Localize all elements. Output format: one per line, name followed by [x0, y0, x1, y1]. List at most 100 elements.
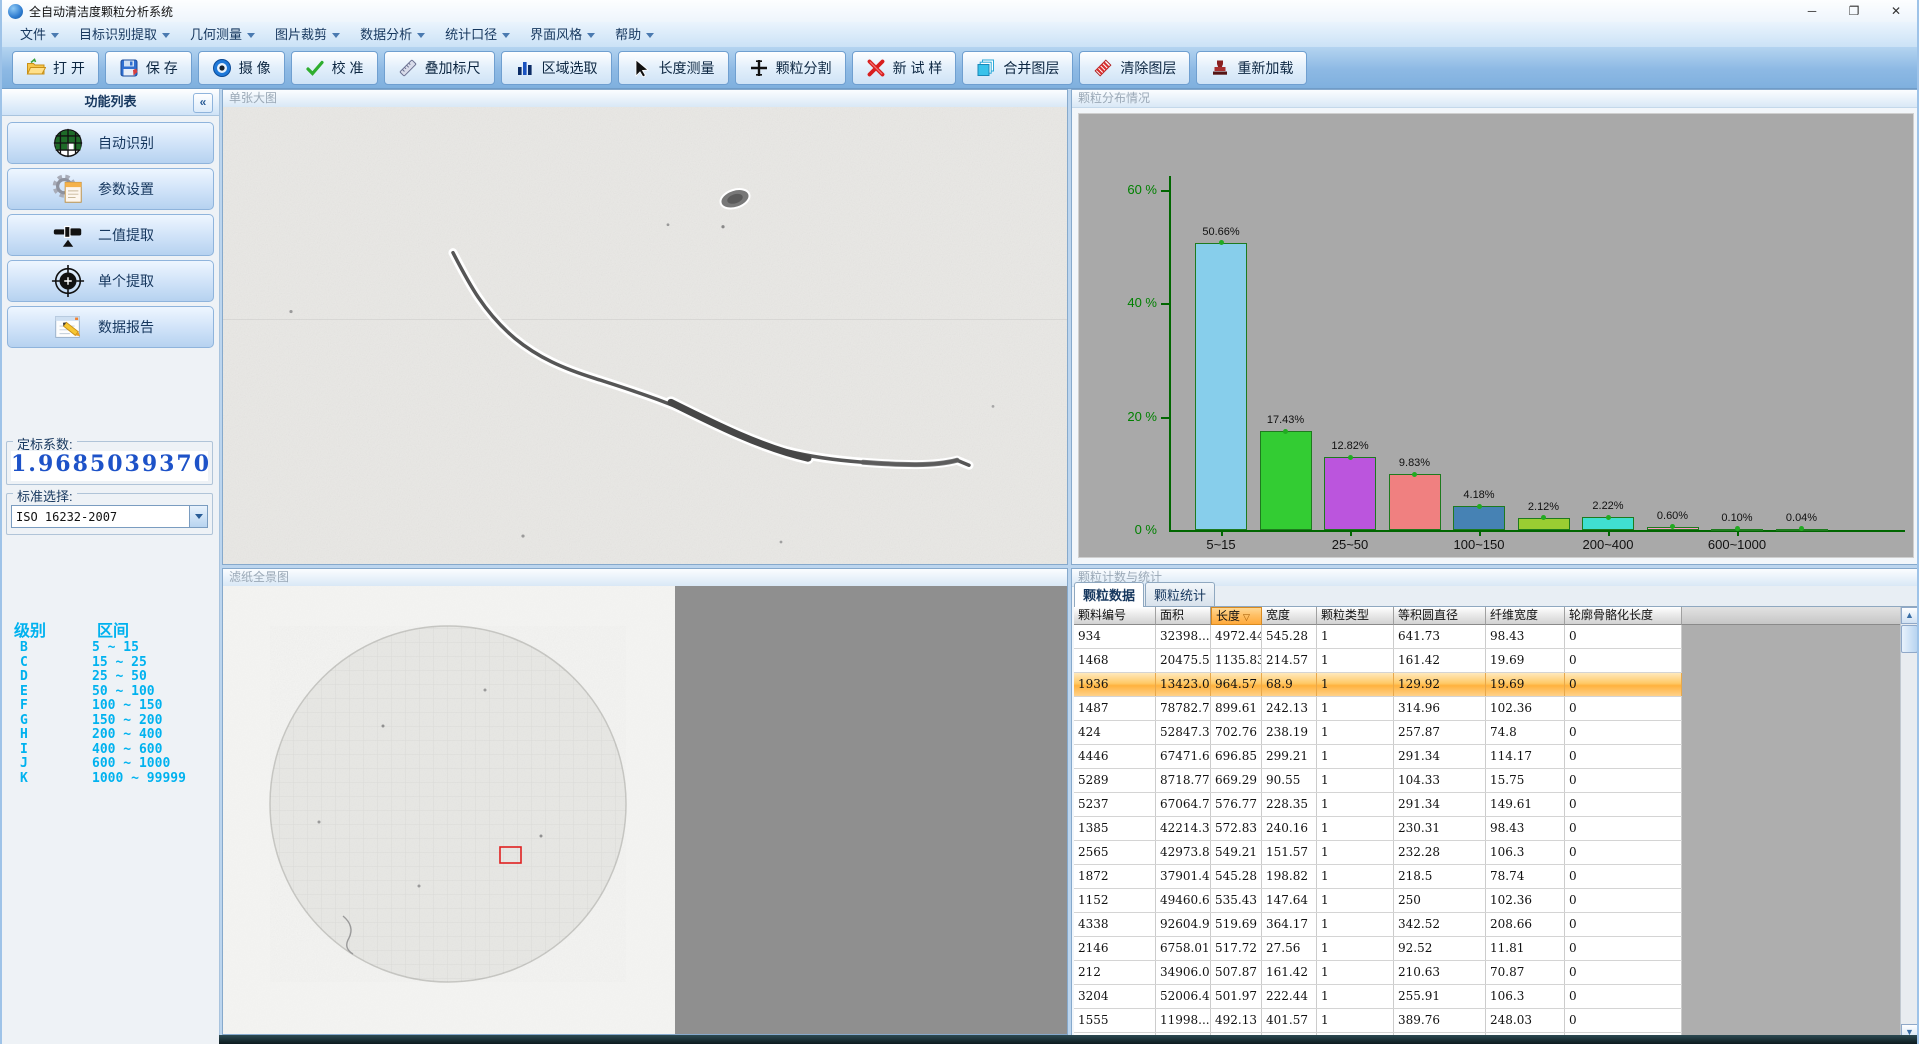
x-tick-label: 600~1000 [1692, 537, 1782, 552]
table-cell: 1 [1317, 769, 1394, 792]
toolbar-button-calibrate-check[interactable]: 校 准 [291, 51, 378, 85]
menu-item-5[interactable]: 数据分析 [350, 22, 435, 47]
sidebar-button-binary-extract[interactable]: 二值提取 [7, 214, 214, 256]
table-cell: 1 [1317, 961, 1394, 984]
table-row[interactable]: 52898718.77669.2990.551104.3315.750 [1074, 769, 1682, 793]
sidebar-collapse-button[interactable]: « [193, 93, 213, 113]
bar-value-label: 2.12% [1509, 501, 1579, 513]
toolbar-button-new-sample[interactable]: 新 试 样 [852, 51, 957, 85]
minimize-button[interactable]: ─ [1791, 0, 1833, 22]
single-image-view[interactable] [223, 107, 1067, 564]
table-row[interactable]: 320452006.48501.97222.441255.91106.30 [1074, 985, 1682, 1009]
levels-row: D25 ~ 50 [14, 670, 186, 685]
toolbar-button-clear-layers[interactable]: 清除图层 [1079, 51, 1190, 85]
toolbar-button-particle-split[interactable]: 颗粒分割 [735, 51, 846, 85]
table-vertical-scrollbar[interactable]: ▲ ▼ [1900, 607, 1918, 1041]
menubar: 文件目标识别提取几何测量图片裁剪数据分析统计口径界面风格帮助 [2, 22, 1917, 48]
toolbar-button-save[interactable]: 保 存 [105, 51, 192, 85]
bar-marker-dot [1412, 472, 1417, 477]
table-cell: 68.9 [1262, 673, 1317, 696]
bar-marker-dot [1735, 526, 1740, 531]
tab-颗粒数据[interactable]: 颗粒数据 [1074, 582, 1144, 607]
table-cell: 214.57 [1262, 649, 1317, 672]
column-header-5[interactable]: 颗粒类型 [1317, 607, 1394, 625]
column-header-8[interactable]: 轮廓骨骼化长度 [1565, 607, 1682, 625]
menu-item-8[interactable]: 帮助 [605, 22, 664, 47]
toolbar-button-folder-open[interactable]: 打 开 [12, 51, 99, 85]
statistics-tabs: 颗粒数据颗粒统计 [1074, 586, 1918, 607]
sidebar-button-data-report[interactable]: 数据报告 [7, 306, 214, 348]
toolbar-button-label: 重新加载 [1237, 58, 1293, 78]
column-header-2[interactable]: 面积 [1156, 607, 1211, 625]
table-cell: 545.28 [1262, 625, 1317, 648]
table-row[interactable]: 115249460.6535.43147.641250102.360 [1074, 889, 1682, 913]
sidebar-button-auto-detect[interactable]: 自动识别 [7, 122, 214, 164]
levels-cell: 1000 ~ 99999 [92, 772, 186, 787]
table-row[interactable]: 93432398...4972.44545.281641.7398.430 [1074, 625, 1682, 649]
table-cell: 8718.77 [1156, 769, 1211, 792]
table-row[interactable]: 433892604.94519.69364.171342.52208.660 [1074, 913, 1682, 937]
menu-item-3[interactable]: 几何测量 [180, 22, 265, 47]
table-cell: 34906.07 [1156, 961, 1211, 984]
table-row[interactable]: 256542973.84549.21151.571232.28106.30 [1074, 841, 1682, 865]
table-row[interactable]: 138542214.33572.83240.161230.3198.430 [1074, 817, 1682, 841]
toolbar-button-label: 校 准 [332, 58, 364, 78]
table-cell: 27.56 [1262, 937, 1317, 960]
filter-paper-image[interactable] [223, 586, 675, 1034]
maximize-button[interactable]: ❐ [1833, 0, 1875, 22]
table-row[interactable]: 187237901.45545.28198.821218.578.740 [1074, 865, 1682, 889]
table-cell: 92.52 [1394, 937, 1486, 960]
column-header-1[interactable]: 颗料编号 [1074, 607, 1156, 625]
column-header-3[interactable]: 长度▽ [1211, 607, 1262, 625]
distribution-bar-chart: 0 %20 %40 %60 %50.66%17.43%12.82%9.83%4.… [1078, 113, 1914, 558]
scroll-thumb[interactable] [1901, 625, 1918, 653]
table-row[interactable]: 444667471.63696.85299.211291.34114.170 [1074, 745, 1682, 769]
toolbar-button-camera[interactable]: 摄 像 [198, 51, 285, 85]
toolbar-button-length-measure[interactable]: 长度测量 [618, 51, 729, 85]
levels-row: K1000 ~ 99999 [14, 772, 186, 787]
menu-item-2[interactable]: 目标识别提取 [69, 22, 180, 47]
table-cell: 161.42 [1394, 649, 1486, 672]
toolbar-button-label: 颗粒分割 [776, 58, 832, 78]
chevron-down-icon [502, 33, 510, 38]
menu-item-4[interactable]: 图片裁剪 [265, 22, 350, 47]
toolbar-button-region-select[interactable]: 区域选取 [501, 51, 612, 85]
table-cell: 238.19 [1262, 721, 1317, 744]
x-tick-mark [1350, 532, 1352, 536]
column-header-7[interactable]: 纤维宽度 [1486, 607, 1565, 625]
table-row[interactable]: 42452847.36702.76238.191257.8774.80 [1074, 721, 1682, 745]
toolbar-button-label: 摄 像 [239, 58, 271, 78]
tab-颗粒统计[interactable]: 颗粒统计 [1145, 582, 1215, 606]
scroll-up-button[interactable]: ▲ [1901, 607, 1918, 624]
menu-item-6[interactable]: 统计口径 [435, 22, 520, 47]
combobox-dropdown-button[interactable] [189, 506, 207, 527]
distribution-panel: 颗粒分布情况 0 %20 %40 %60 %50.66%17.43%12.82%… [1071, 89, 1919, 565]
panorama-empty-area [675, 586, 1067, 1034]
table-cell: 19.69 [1486, 649, 1565, 672]
table-cell: 42973.84 [1156, 841, 1211, 864]
standard-combobox[interactable]: ISO 16232-2007 [11, 505, 208, 528]
sidebar-button-single-extract[interactable]: 单个提取 [7, 260, 214, 302]
column-header-6[interactable]: 等积圆直径 [1394, 607, 1486, 625]
table-row[interactable]: 155511998...492.13401.571389.76248.030 [1074, 1009, 1682, 1033]
table-row[interactable]: 523767064.76576.77228.351291.34149.610 [1074, 793, 1682, 817]
table-cell: 78.74 [1486, 865, 1565, 888]
table-row[interactable]: 146820475.541135.83214.571161.4219.690 [1074, 649, 1682, 673]
close-button[interactable]: ✕ [1875, 0, 1917, 22]
clear-layers-icon [1093, 58, 1113, 78]
toolbar-button-ruler[interactable]: 叠加标尺 [384, 51, 495, 85]
table-row[interactable]: 193613423.03964.5768.91129.9219.690 [1074, 673, 1682, 697]
sidebar-button-param-settings[interactable]: 参数设置 [7, 168, 214, 210]
table-row[interactable]: 21234906.07507.87161.421210.6370.870 [1074, 961, 1682, 985]
table-row[interactable]: 21466758.01517.7227.56192.5211.810 [1074, 937, 1682, 961]
column-header-4[interactable]: 宽度 [1262, 607, 1317, 625]
toolbar-button-merge-layers[interactable]: 合并图层 [962, 51, 1073, 85]
menu-item-1[interactable]: 文件 [10, 22, 69, 47]
table-cell: 1 [1317, 985, 1394, 1008]
table-row[interactable]: 148778782.78899.61242.131314.96102.360 [1074, 697, 1682, 721]
menu-item-7[interactable]: 界面风格 [520, 22, 605, 47]
toolbar-button-reload[interactable]: 重新加载 [1196, 51, 1307, 85]
bar-value-label: 9.83% [1380, 457, 1450, 469]
single-image-panel: 单张大图 [222, 89, 1068, 565]
table-cell: 248.03 [1486, 1009, 1565, 1032]
